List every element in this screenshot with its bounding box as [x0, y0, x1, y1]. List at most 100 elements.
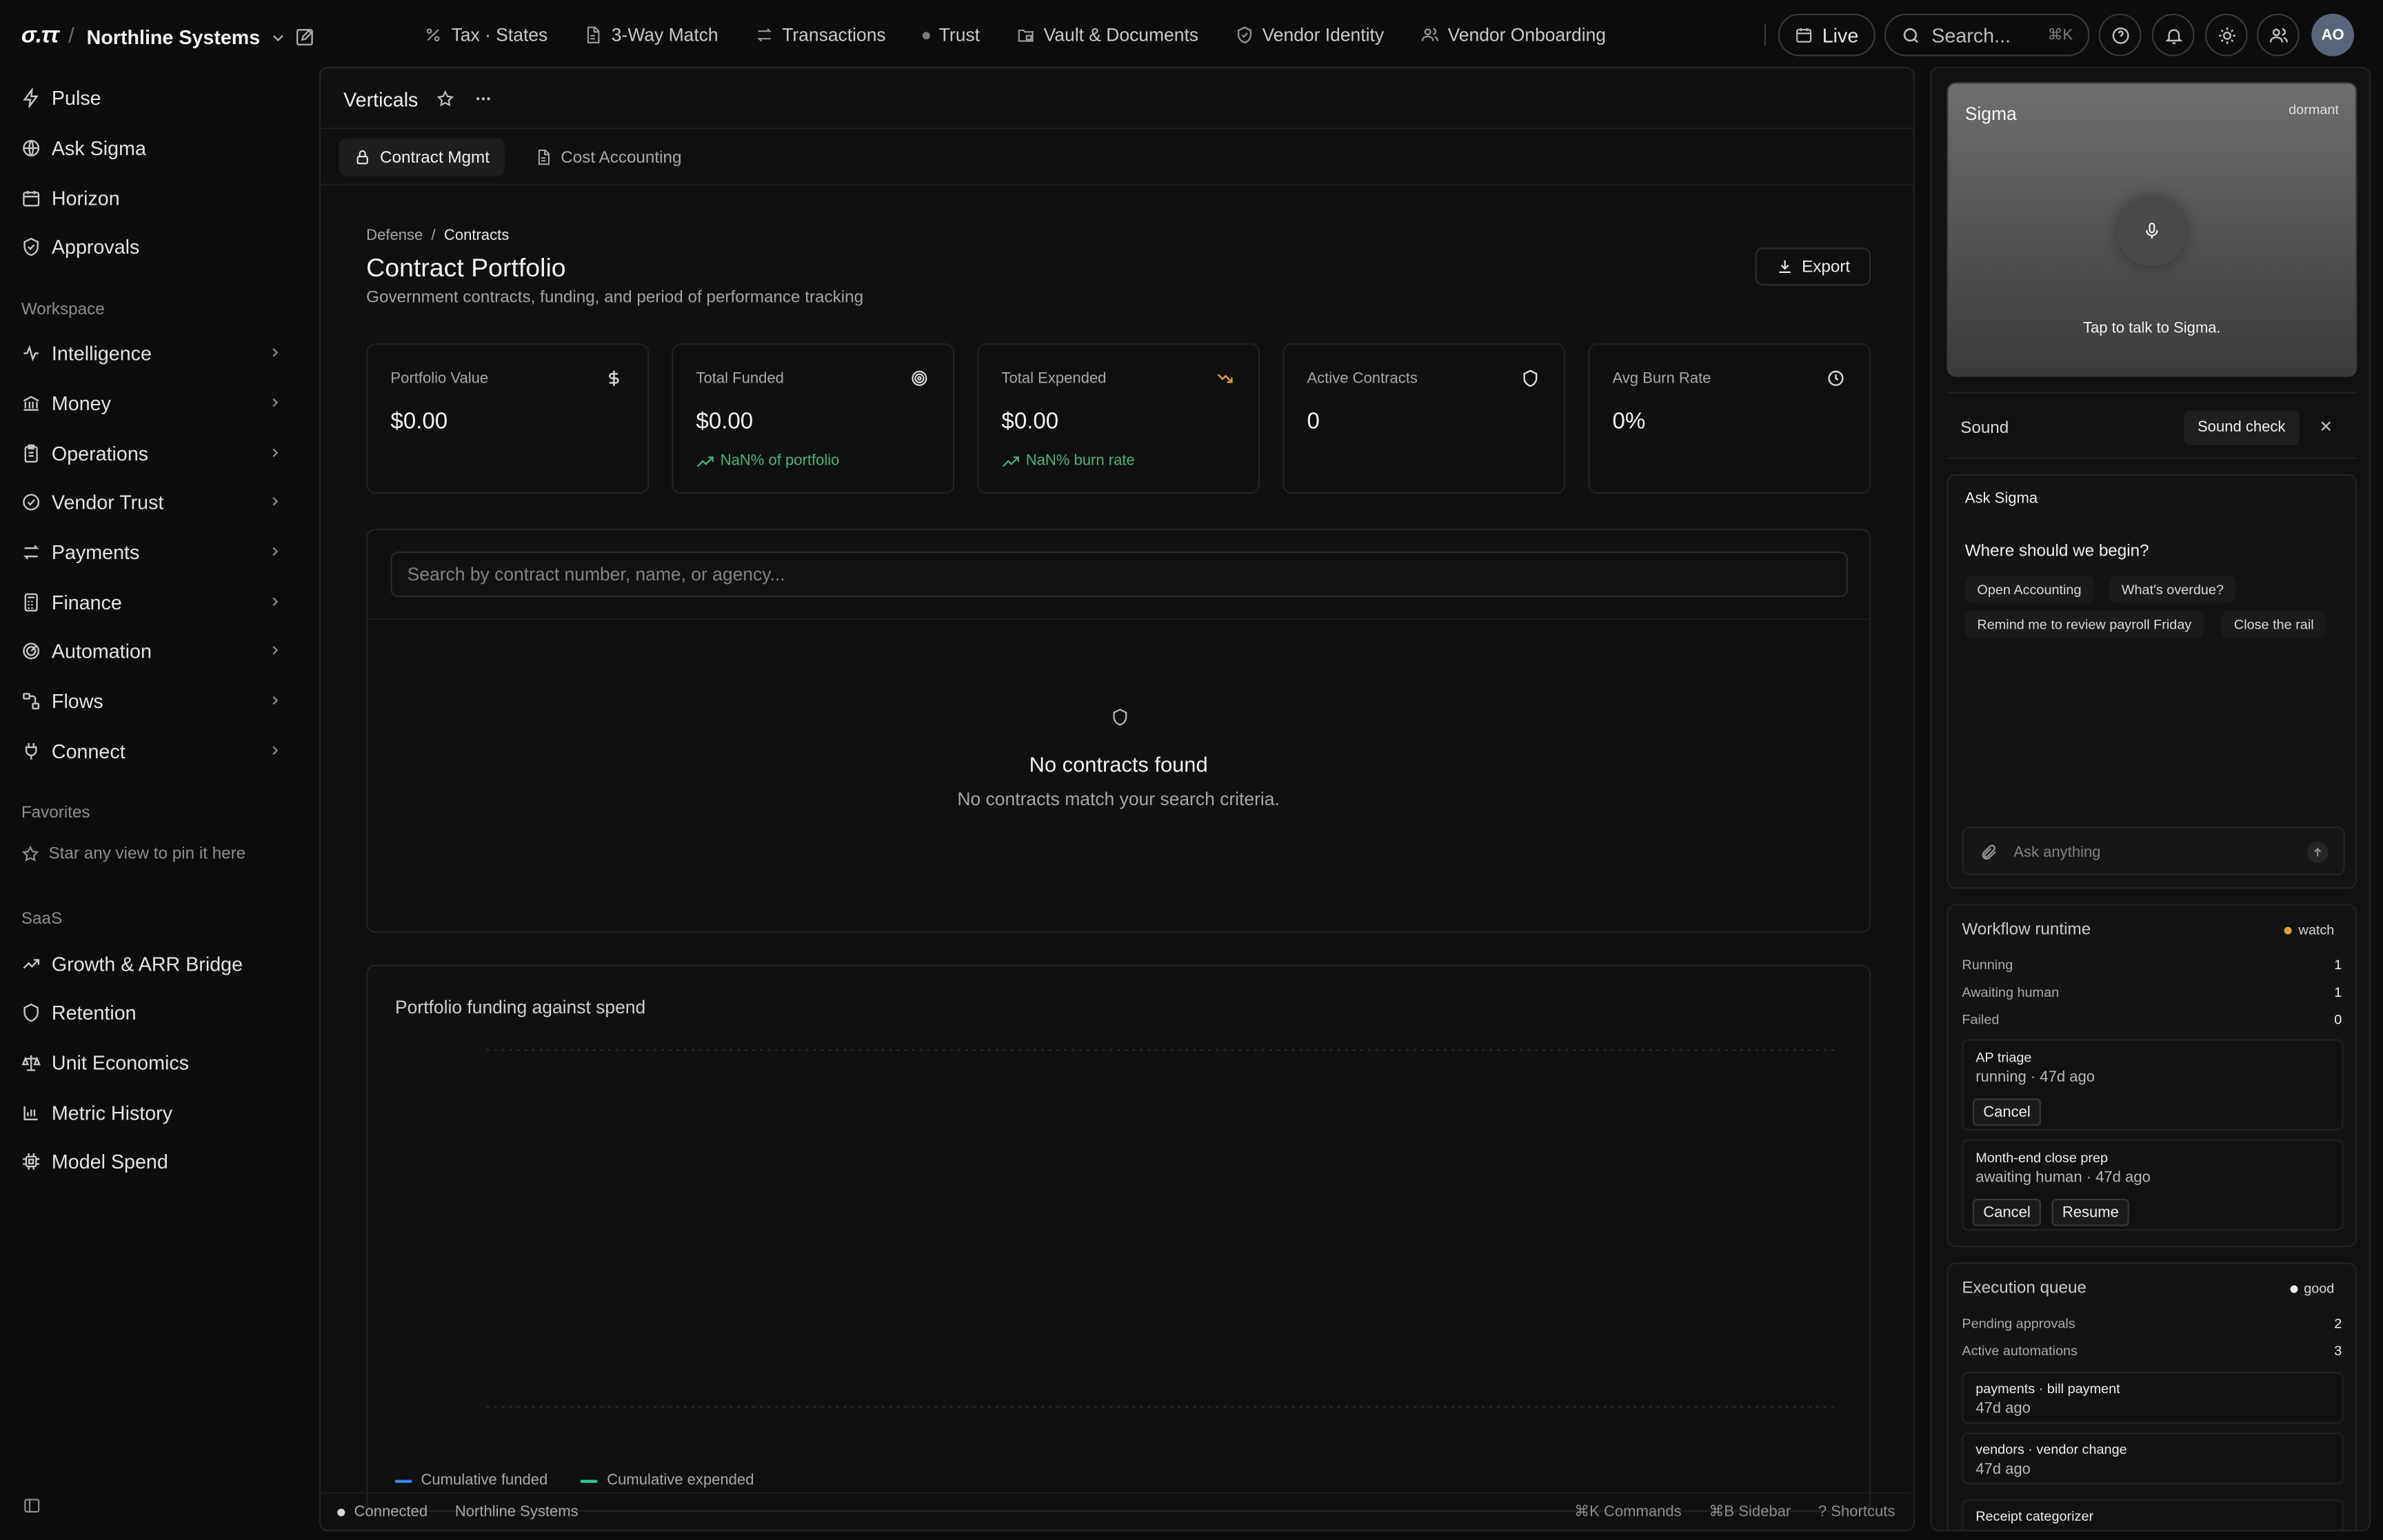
help-button[interactable]: [2098, 13, 2142, 57]
topnav-3-way-match[interactable]: 3-Way Match: [584, 24, 718, 45]
sidebar-item-automation[interactable]: Automation: [21, 635, 283, 665]
sidebar-item-pulse[interactable]: Pulse: [21, 82, 283, 112]
sidebar-item-label: Money: [51, 391, 111, 414]
topnav-transactions[interactable]: Transactions: [755, 24, 886, 45]
notifications-button[interactable]: [2151, 13, 2195, 57]
sidebar-item-horizon[interactable]: Horizon: [21, 182, 283, 212]
workflow-icon: [21, 691, 41, 711]
sidebar-item-retention[interactable]: Retention: [21, 997, 283, 1027]
legend-swatch: [395, 1479, 412, 1483]
sidebar-heading-saas: SaaS: [21, 910, 63, 929]
sidebar-item-finance[interactable]: Finance: [21, 587, 283, 617]
workflow-job: AP triage running · 47d ago Cancel: [1962, 1039, 2344, 1131]
org-name: Northline Systems: [86, 26, 261, 49]
workflow-stat-row: Failed 0: [1962, 1012, 2342, 1027]
download-icon: [1776, 259, 1793, 275]
sidebar-item-money[interactable]: Money: [21, 387, 283, 418]
queue-item[interactable]: Receipt categorizer: [1962, 1499, 2344, 1530]
topnav-vendor-onboarding[interactable]: Vendor Onboarding: [1420, 24, 1606, 45]
suggestion-chip[interactable]: What's overdue?: [2109, 576, 2236, 603]
tab-cost-accounting[interactable]: Cost Accounting: [520, 139, 697, 176]
queue-item-time: 47d ago: [1975, 1401, 2031, 1418]
global-search-button[interactable]: Search... ⌘K: [1884, 13, 2090, 57]
shield-check-icon: [1235, 26, 1253, 43]
queue-item[interactable]: payments · bill payment 47d ago: [1962, 1372, 2344, 1424]
cancel-button[interactable]: Cancel: [1972, 1198, 2042, 1226]
sidebar-item-connect[interactable]: Connect: [21, 736, 283, 766]
tab-label: Cost Accounting: [561, 148, 682, 167]
suggestion-chip[interactable]: Open Accounting: [1964, 576, 2094, 603]
sidebar-item-unit-economics[interactable]: Unit Economics: [21, 1047, 283, 1077]
shortcut-hints: ⌘K Commands ⌘B Sidebar ? Shortcuts: [1574, 1504, 1895, 1521]
sidebar-item-payments[interactable]: Payments: [21, 536, 283, 567]
user-avatar[interactable]: AO: [2311, 13, 2354, 57]
sidebar-item-operations[interactable]: Operations: [21, 438, 283, 468]
sidebar-item-vendor-trust[interactable]: Vendor Trust: [21, 486, 283, 516]
trending-up-icon: [21, 953, 41, 973]
sidebar-item-flows[interactable]: Flows: [21, 685, 283, 716]
more-icon[interactable]: [474, 90, 492, 108]
stat-value: 0%: [1612, 408, 1646, 435]
sidebar-item-approvals[interactable]: Approvals: [21, 231, 283, 261]
org-switcher[interactable]: Northline Systems: [86, 26, 288, 49]
breadcrumb-parent[interactable]: Defense: [366, 228, 423, 245]
export-button[interactable]: Export: [1755, 247, 1871, 286]
topnav-trust[interactable]: Trust: [922, 24, 980, 45]
sidebar-item-ask-sigma[interactable]: Ask Sigma: [21, 132, 283, 163]
shortcut-commands[interactable]: ⌘K Commands: [1574, 1504, 1682, 1521]
sidebar-item-intelligence[interactable]: Intelligence: [21, 337, 283, 367]
stat-value: $0.00: [390, 408, 448, 435]
sidebar-item-label: Approvals: [51, 234, 140, 258]
users-icon: [1420, 26, 1438, 43]
sidebar-item-model-spend[interactable]: Model Spend: [21, 1146, 283, 1176]
cancel-button[interactable]: Cancel: [1972, 1098, 2042, 1126]
stat-label: Active Contracts: [1307, 370, 1418, 388]
legend-item-expended[interactable]: Cumulative expended: [581, 1472, 754, 1489]
star-icon[interactable]: [436, 90, 454, 108]
ask-input-box: [1962, 826, 2345, 875]
paperclip-icon[interactable]: [1980, 843, 1998, 861]
chevron-right-icon: [268, 594, 283, 609]
shortcut-help[interactable]: ? Shortcuts: [1818, 1504, 1896, 1521]
topnav-vault-documents[interactable]: Vault & Documents: [1016, 24, 1198, 45]
topnav-tax-states[interactable]: Tax · States: [424, 24, 547, 45]
live-button[interactable]: Live: [1778, 13, 1876, 57]
sidebar-item-metric-history[interactable]: Metric History: [21, 1097, 283, 1127]
dollar-icon: [605, 369, 623, 387]
shortcut-sidebar[interactable]: ⌘B Sidebar: [1709, 1504, 1791, 1521]
tab-contract-mgmt[interactable]: Contract Mgmt: [339, 138, 505, 176]
sidebar-toggle-icon[interactable]: [23, 1497, 41, 1514]
sidebar-item-growth-arr-bridge[interactable]: Growth & ARR Bridge: [21, 948, 283, 978]
queue-item-name: payments · bill payment: [1975, 1381, 2120, 1397]
stat-card-total-expended: Total Expended $0.00 NaN% burn rate: [977, 343, 1260, 494]
stat-trend-text: NaN% burn rate: [1025, 452, 1135, 470]
logo-separator: /: [68, 23, 74, 48]
topnav-vendor-identity[interactable]: Vendor Identity: [1235, 24, 1384, 45]
sound-check-button[interactable]: Sound check: [2184, 410, 2300, 445]
suggestion-chip[interactable]: Remind me to review payroll Friday: [1964, 611, 2204, 638]
queue-item[interactable]: vendors · vendor change 47d ago: [1962, 1432, 2344, 1485]
talk-button[interactable]: [2117, 196, 2187, 266]
status-bar: Connected Northline Systems ⌘K Commands …: [321, 1492, 1912, 1528]
stat-row-value: 1: [2334, 957, 2342, 973]
contract-search-input[interactable]: [390, 551, 1849, 598]
folder-lock-icon: [1016, 26, 1034, 43]
close-icon[interactable]: [2317, 418, 2334, 434]
theme-toggle-button[interactable]: [2205, 13, 2248, 57]
ask-input[interactable]: [2013, 837, 2288, 868]
suggestion-chip[interactable]: Close the rail: [2222, 611, 2326, 638]
legend-item-funded[interactable]: Cumulative funded: [395, 1472, 547, 1489]
send-button[interactable]: [2306, 842, 2329, 863]
document-icon: [535, 149, 552, 165]
chevron-right-icon: [268, 445, 283, 460]
favorites-hint: Star any view to pin it here: [21, 844, 245, 863]
radar-icon: [21, 640, 41, 660]
stat-value: $0.00: [696, 408, 754, 435]
topnav-label: Transactions: [782, 24, 886, 46]
page-subtitle: Government contracts, funding, and perio…: [366, 288, 864, 307]
team-button[interactable]: [2256, 13, 2300, 57]
sigma-status: dormant: [2289, 101, 2339, 117]
resume-button[interactable]: Resume: [2051, 1198, 2130, 1226]
compose-icon[interactable]: [295, 28, 315, 48]
app-logo[interactable]: σ.ττ: [21, 23, 59, 48]
